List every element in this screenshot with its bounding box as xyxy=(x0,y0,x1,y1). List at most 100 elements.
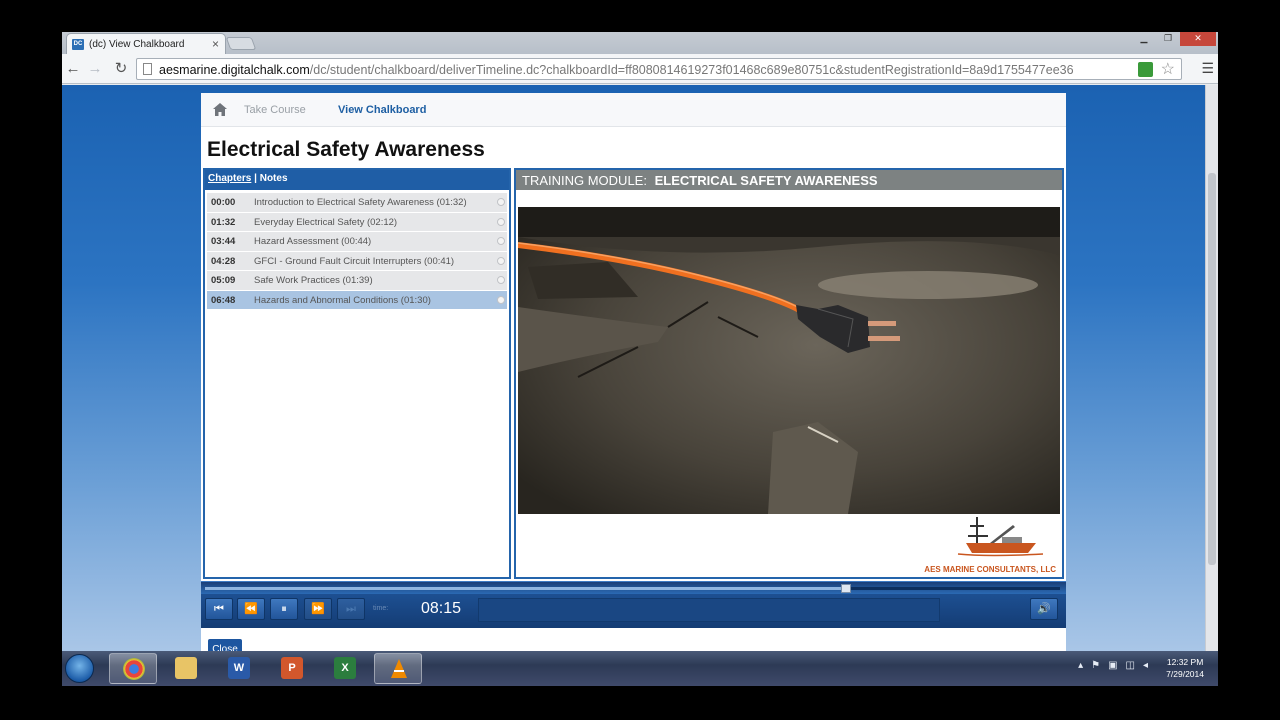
chapter-row[interactable]: 04:28 GFCI - Ground Fault Circuit Interru… xyxy=(207,251,507,271)
word-taskbar-button[interactable]: W xyxy=(215,653,263,684)
video-scene-image xyxy=(518,207,1060,514)
tab-notes[interactable]: Notes xyxy=(260,173,288,184)
chapter-row[interactable]: 00:00 Introduction to Electrical Safety A… xyxy=(207,193,507,213)
bookmark-star-icon[interactable]: ☆ xyxy=(1161,59,1175,79)
url-text: aesmarine.digitalchalk.com/dc/student/ch… xyxy=(159,63,1159,77)
page-viewport: Take Course View Chalkboard Electrical S… xyxy=(62,85,1205,651)
browser-tab-strip: DC (dc) View Chalkboard × ▁ ❐ ✕ xyxy=(62,32,1218,54)
minimize-icon[interactable]: ▁ xyxy=(1132,32,1156,46)
chapter-row[interactable]: 06:48 Hazards and Abnormal Conditions (01… xyxy=(207,290,507,310)
volume-button[interactable]: 🔊 xyxy=(1030,598,1058,620)
chapter-title: Safe Work Practices (01:39) xyxy=(254,275,373,286)
breadcrumb-take-course[interactable]: Take Course xyxy=(244,104,306,116)
powerpoint-taskbar-button[interactable]: P xyxy=(268,653,316,684)
ship-rig-logo-icon xyxy=(957,517,1044,557)
chrome-icon xyxy=(123,658,145,680)
breadcrumb-view-chalkboard[interactable]: View Chalkboard xyxy=(338,104,426,116)
new-tab-button[interactable] xyxy=(225,37,257,50)
chalkboard-panel: Take Course View Chalkboard Electrical S… xyxy=(201,93,1066,651)
explorer-taskbar-button[interactable] xyxy=(162,653,210,684)
chapter-status-icon xyxy=(497,276,505,284)
system-tray[interactable]: ▴⚑▣◫◂ xyxy=(1078,660,1156,671)
vertical-scrollbar[interactable] xyxy=(1205,85,1218,651)
chapter-status-icon xyxy=(497,237,505,245)
forward-arrow-icon[interactable]: → xyxy=(86,60,104,78)
module-label: TRAINING MODULE: xyxy=(522,173,647,188)
browser-tab[interactable]: DC (dc) View Chalkboard × xyxy=(66,33,226,54)
timeline-area[interactable] xyxy=(478,598,940,622)
word-icon: W xyxy=(228,657,250,679)
chapter-time: 03:44 xyxy=(211,236,236,247)
rewind-button[interactable]: ⏪ xyxy=(237,598,265,620)
maximize-icon[interactable]: ❐ xyxy=(1156,32,1180,46)
excel-taskbar-button[interactable]: X xyxy=(321,653,369,684)
chapter-row[interactable]: 05:09 Safe Work Practices (01:39) xyxy=(207,271,507,291)
chapter-title: Introduction to Electrical Safety Awaren… xyxy=(254,197,467,208)
browser-toolbar: ← → ↻ aesmarine.digitalchalk.com/dc/stud… xyxy=(62,54,1218,84)
chrome-taskbar-button[interactable] xyxy=(109,653,157,684)
clock-time: 12:32 PM xyxy=(1166,657,1204,667)
window-close-icon[interactable]: ✕ xyxy=(1180,32,1216,46)
module-header: TRAINING MODULE: ELECTRICAL SAFETY AWARE… xyxy=(516,170,1062,190)
media-player: ⏮ ⏪ ⏸ ⏩ ⏭ time: 08:15 🔊 xyxy=(201,581,1066,628)
tab-close-icon[interactable]: × xyxy=(212,37,219,51)
page-title: Electrical Safety Awareness xyxy=(207,138,485,161)
chapter-title: Everyday Electrical Safety (02:12) xyxy=(254,216,398,228)
scrollbar-thumb[interactable] xyxy=(1208,173,1216,565)
tab-title: (dc) View Chalkboard xyxy=(89,39,185,50)
tab-chapters[interactable]: Chapters xyxy=(208,173,251,184)
chapter-time: 00:00 xyxy=(211,197,236,208)
reload-icon[interactable]: ↻ xyxy=(112,60,130,78)
chapter-status-icon xyxy=(497,256,505,265)
time-label: time: xyxy=(373,605,389,612)
chapter-status-icon xyxy=(497,217,505,226)
video-frame[interactable] xyxy=(518,207,1060,514)
windows-start-icon[interactable] xyxy=(65,654,94,683)
chapters-pane: Chapters | Notes 00:00 Introduction to El… xyxy=(203,168,511,579)
chapter-row[interactable]: 03:44 Hazard Assessment (00:44) xyxy=(207,232,507,252)
close-button[interactable]: Close xyxy=(208,639,242,651)
address-bar[interactable]: aesmarine.digitalchalk.com/dc/student/ch… xyxy=(136,58,1182,80)
chapter-title: Hazard Assessment (00:44) xyxy=(254,236,372,247)
chapters-pane-header: Chapters | Notes xyxy=(205,170,509,190)
digitalchalk-favicon-icon: DC xyxy=(72,39,84,50)
home-icon[interactable] xyxy=(213,103,227,116)
skip-to-start-button[interactable]: ⏮ xyxy=(205,598,233,620)
windows-taskbar: W P X ▴⚑▣◫◂ 12:32 PM 7/29/2014 xyxy=(62,651,1218,686)
vlc-taskbar-button[interactable] xyxy=(374,653,422,684)
chapter-time: 05:09 xyxy=(211,275,236,286)
vlc-icon xyxy=(388,658,410,680)
chapter-list: 00:00 Introduction to Electrical Safety A… xyxy=(205,190,509,310)
fast-forward-button[interactable]: ⏩ xyxy=(304,598,332,620)
logo-text: AES MARINE CONSULTANTS, LLC xyxy=(924,565,1056,574)
excel-icon: X xyxy=(334,657,356,679)
chapter-time: 04:28 xyxy=(211,255,236,267)
page-icon xyxy=(143,63,152,75)
skip-to-end-button[interactable]: ⏭ xyxy=(337,598,365,620)
back-arrow-icon[interactable]: ← xyxy=(64,60,82,78)
window-controls: ▁ ❐ ✕ xyxy=(1132,32,1216,46)
chapter-time: 01:32 xyxy=(211,216,236,228)
explorer-icon xyxy=(175,657,197,679)
chapter-row[interactable]: 01:32 Everyday Electrical Safety (02:12) xyxy=(207,212,507,232)
module-name: ELECTRICAL SAFETY AWARENESS xyxy=(654,173,878,188)
chapter-title: Hazards and Abnormal Conditions (01:30) xyxy=(254,294,431,306)
url-path: /dc/student/chalkboard/deliverTimeline.d… xyxy=(309,63,1074,77)
browser-menu-icon[interactable]: ☰ xyxy=(1201,60,1214,77)
tab-separator: | xyxy=(251,173,260,184)
chapter-status-icon xyxy=(497,198,505,206)
extension-icon[interactable] xyxy=(1138,62,1153,77)
chapter-time: 06:48 xyxy=(211,294,236,306)
progress-fill xyxy=(205,587,847,590)
progress-knob[interactable] xyxy=(841,584,852,593)
clock-date: 7/29/2014 xyxy=(1166,669,1204,679)
pause-button[interactable]: ⏸ xyxy=(270,598,298,620)
module-display: TRAINING MODULE: ELECTRICAL SAFETY AWARE… xyxy=(514,168,1064,579)
taskbar-clock[interactable]: 12:32 PM 7/29/2014 xyxy=(1166,656,1204,680)
powerpoint-icon: P xyxy=(281,657,303,679)
progress-bar[interactable] xyxy=(201,581,1066,594)
chapter-title: GFCI - Ground Fault Circuit Interrupters… xyxy=(254,255,455,267)
breadcrumb: Take Course View Chalkboard xyxy=(201,93,1066,127)
chapter-status-icon xyxy=(497,295,505,304)
desktop-screen: DC (dc) View Chalkboard × ▁ ❐ ✕ ← → ↻ ae… xyxy=(62,32,1218,686)
